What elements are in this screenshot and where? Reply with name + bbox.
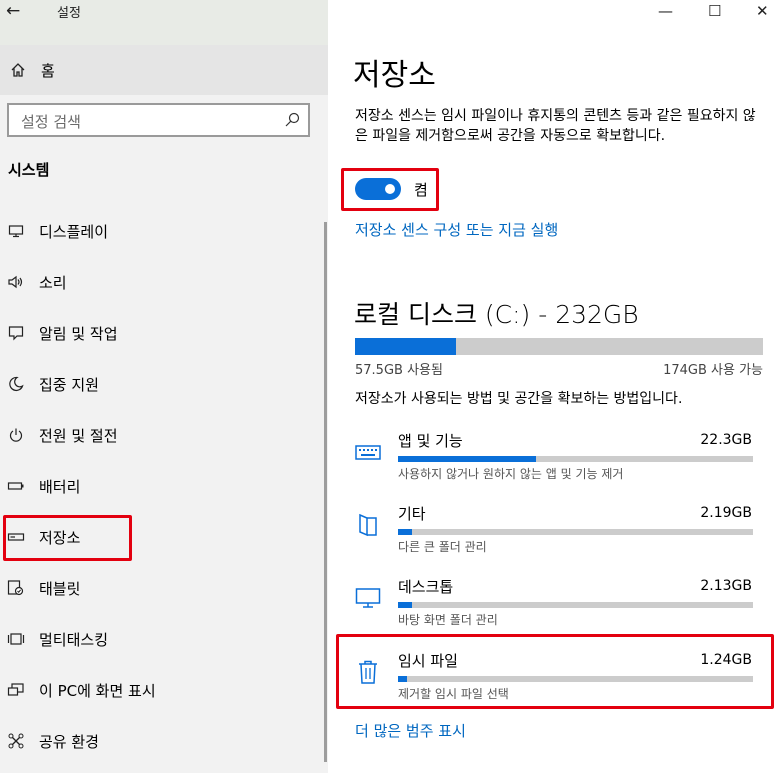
sidebar-item-label: 알림 및 작업: [39, 324, 118, 343]
sidebar-scrollbar[interactable]: [324, 222, 327, 762]
category-usage-bar: [398, 456, 753, 462]
back-arrow-icon[interactable]: ←: [6, 0, 20, 22]
disk-used-label: 57.5GB 사용됨: [355, 363, 443, 378]
sidebar-item-label: 배터리: [39, 477, 81, 496]
page-title: 저장소: [353, 58, 436, 93]
category-description: 다른 큰 폴더 관리: [398, 540, 487, 554]
temporary-files-highlight-box: [336, 634, 774, 709]
main-content: — ☐ ✕ 저장소 저장소 센스는 임시 파일이나 휴지통의 콘텐츠 등과 같은…: [328, 0, 780, 773]
display-icon: [6, 221, 26, 241]
category-name: 데스크톱: [398, 578, 454, 596]
configure-storage-sense-link[interactable]: 저장소 센스 구성 또는 지금 실행: [355, 219, 558, 240]
category-name: 앱 및 기능: [398, 432, 463, 450]
share-icon: [6, 731, 26, 751]
category-size: 2.13GB: [700, 578, 752, 594]
sidebar-item-label: 멀티태스킹: [39, 630, 109, 649]
sidebar-item-sound[interactable]: 소리: [0, 257, 328, 307]
storage-highlight-box: [3, 515, 132, 561]
speaker-icon: [6, 272, 26, 292]
sidebar-item-focus-assist[interactable]: 집중 지원: [0, 359, 328, 409]
sidebar-item-home[interactable]: 홈: [0, 45, 328, 95]
category-name: 기타: [398, 505, 426, 523]
category-desktop[interactable]: 데스크톱 2.13GB 바탕 화면 폴더 관리: [350, 576, 760, 636]
sidebar-item-power[interactable]: 전원 및 절전: [0, 410, 328, 460]
category-other[interactable]: 기타 2.19GB 다른 큰 폴더 관리: [350, 503, 760, 563]
category-description: 사용하지 않거나 원하지 않는 앱 및 기능 제거: [398, 467, 624, 481]
moon-icon: [6, 374, 26, 394]
window-title: 설정: [57, 6, 81, 21]
sidebar-item-label: 홈: [41, 61, 55, 80]
disk-usage-fill: [355, 338, 457, 355]
disk-usage-bar: [355, 338, 763, 355]
search-placeholder: 설정 검색: [21, 113, 81, 131]
title-bar: ← 설정: [0, 0, 328, 45]
sidebar-item-label: 집중 지원: [39, 375, 99, 394]
category-usage-fill: [398, 529, 413, 535]
section-heading: 시스템: [8, 161, 50, 179]
disk-title: 로컬 디스크 (C:) - 232GB: [354, 300, 639, 329]
category-apps-features[interactable]: 앱 및 기능 22.3GB 사용하지 않거나 원하지 않는 앱 및 기능 제거: [350, 430, 760, 490]
project-icon: [6, 680, 26, 700]
toggle-highlight-box: [341, 168, 439, 211]
sidebar-item-label: 공유 환경: [39, 732, 99, 751]
sidebar-item-battery[interactable]: 배터리: [0, 461, 328, 511]
folder-icon: [354, 511, 382, 539]
sidebar-item-label: 소리: [39, 273, 67, 292]
category-size: 2.19GB: [700, 505, 752, 521]
category-usage-fill: [398, 456, 537, 462]
category-size: 22.3GB: [700, 432, 752, 448]
home-icon: [8, 62, 28, 78]
sidebar-item-notifications[interactable]: 알림 및 작업: [0, 308, 328, 358]
multitasking-icon: [6, 629, 26, 649]
tablet-icon: [6, 578, 26, 598]
category-description: 바탕 화면 폴더 관리: [398, 613, 498, 627]
sidebar-item-label: 디스플레이: [39, 222, 109, 241]
sidebar-item-label: 이 PC에 화면 표시: [39, 681, 156, 700]
sidebar-item-label: 전원 및 절전: [39, 426, 118, 445]
show-more-categories-link[interactable]: 더 많은 범주 표시: [355, 720, 466, 741]
search-input[interactable]: 설정 검색: [7, 103, 310, 137]
category-usage-fill: [398, 602, 413, 608]
keyboard-icon: [354, 438, 382, 466]
sidebar: ← 설정 홈 설정 검색 시스템 디스플레이 소리 알림 및 작업 집중 지원 …: [0, 0, 328, 773]
disk-free-label: 174GB 사용 가능: [663, 363, 763, 378]
sidebar-item-multitasking[interactable]: 멀티태스킹: [0, 614, 328, 664]
maximize-button[interactable]: ☐: [708, 2, 721, 20]
category-usage-bar: [398, 602, 753, 608]
sidebar-item-label: 태블릿: [39, 579, 81, 598]
close-button[interactable]: ✕: [756, 2, 769, 20]
category-usage-bar: [398, 529, 753, 535]
disk-usage-description: 저장소가 사용되는 방법 및 공간을 확보하는 방법입니다.: [355, 391, 683, 407]
sidebar-item-project[interactable]: 이 PC에 화면 표시: [0, 665, 328, 715]
battery-icon: [6, 476, 26, 496]
sidebar-item-display[interactable]: 디스플레이: [0, 206, 328, 256]
sidebar-item-tablet[interactable]: 태블릿: [0, 563, 328, 613]
minimize-button[interactable]: —: [658, 2, 673, 20]
notification-icon: [6, 323, 26, 343]
sidebar-item-shared-experiences[interactable]: 공유 환경: [0, 716, 328, 766]
power-icon: [6, 425, 26, 445]
monitor-icon: [354, 584, 382, 612]
storage-sense-description: 저장소 센스는 임시 파일이나 휴지통의 콘텐츠 등과 같은 필요하지 않은 파…: [355, 108, 756, 144]
search-icon: [284, 112, 300, 132]
